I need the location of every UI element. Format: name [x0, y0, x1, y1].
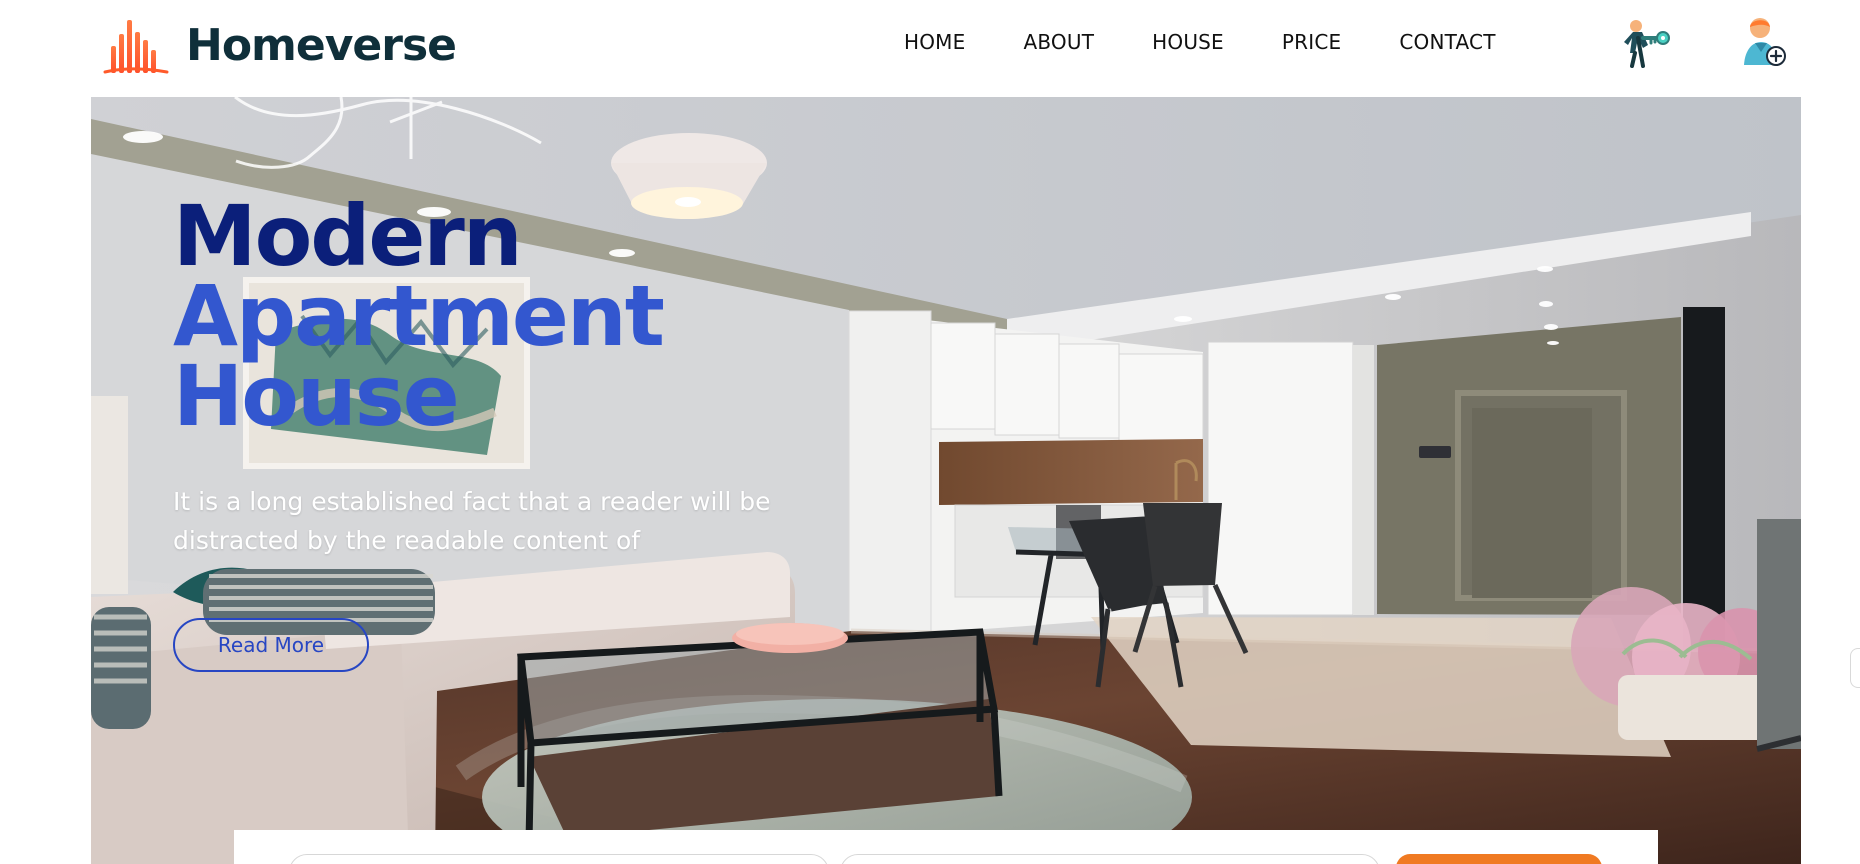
nav-home-link[interactable]: HOME	[904, 30, 965, 54]
hero-section: Modern Apartment House It is a long esta…	[91, 97, 1801, 864]
nav-contact-link[interactable]: CONTACT	[1399, 30, 1495, 54]
read-more-button[interactable]: Read More	[173, 618, 369, 673]
side-panel-handle[interactable]	[1850, 648, 1860, 688]
keys-button[interactable]	[1618, 14, 1674, 70]
homeverse-landing-page: Homeverse HOME ABOUT HOUSE PRICE CONTACT	[0, 0, 1860, 864]
hero-description: It is a long established fact that a rea…	[173, 487, 771, 556]
nav-house-link[interactable]: HOUSE	[1152, 30, 1224, 54]
search-field-first[interactable]	[289, 854, 829, 864]
search-field-second[interactable]	[840, 854, 1380, 864]
hero-title-line-2: Apartment	[173, 266, 665, 365]
user-add-icon	[1744, 18, 1786, 66]
nav-price-link[interactable]: PRICE	[1282, 30, 1341, 54]
nav-about-link[interactable]: ABOUT	[1023, 30, 1094, 54]
search-action-button[interactable]	[1396, 854, 1602, 864]
hero-title: Modern Apartment House	[173, 187, 873, 445]
hero-title-line-1: Modern	[173, 187, 523, 285]
main-navigation: HOME ABOUT HOUSE PRICE CONTACT	[904, 22, 1496, 62]
brand-logo-link[interactable]: Homeverse	[100, 16, 457, 76]
hero-content: Modern Apartment House It is a long esta…	[173, 187, 873, 673]
user-add-button[interactable]	[1734, 14, 1790, 70]
hero-title-line-3: House	[173, 346, 460, 445]
property-search-panel	[234, 830, 1658, 864]
key-figure-icon	[1624, 20, 1670, 68]
house-bars-logo-icon	[103, 20, 169, 74]
site-header: Homeverse HOME ABOUT HOUSE PRICE CONTACT	[0, 0, 1860, 97]
brand-name: Homeverse	[186, 20, 457, 71]
